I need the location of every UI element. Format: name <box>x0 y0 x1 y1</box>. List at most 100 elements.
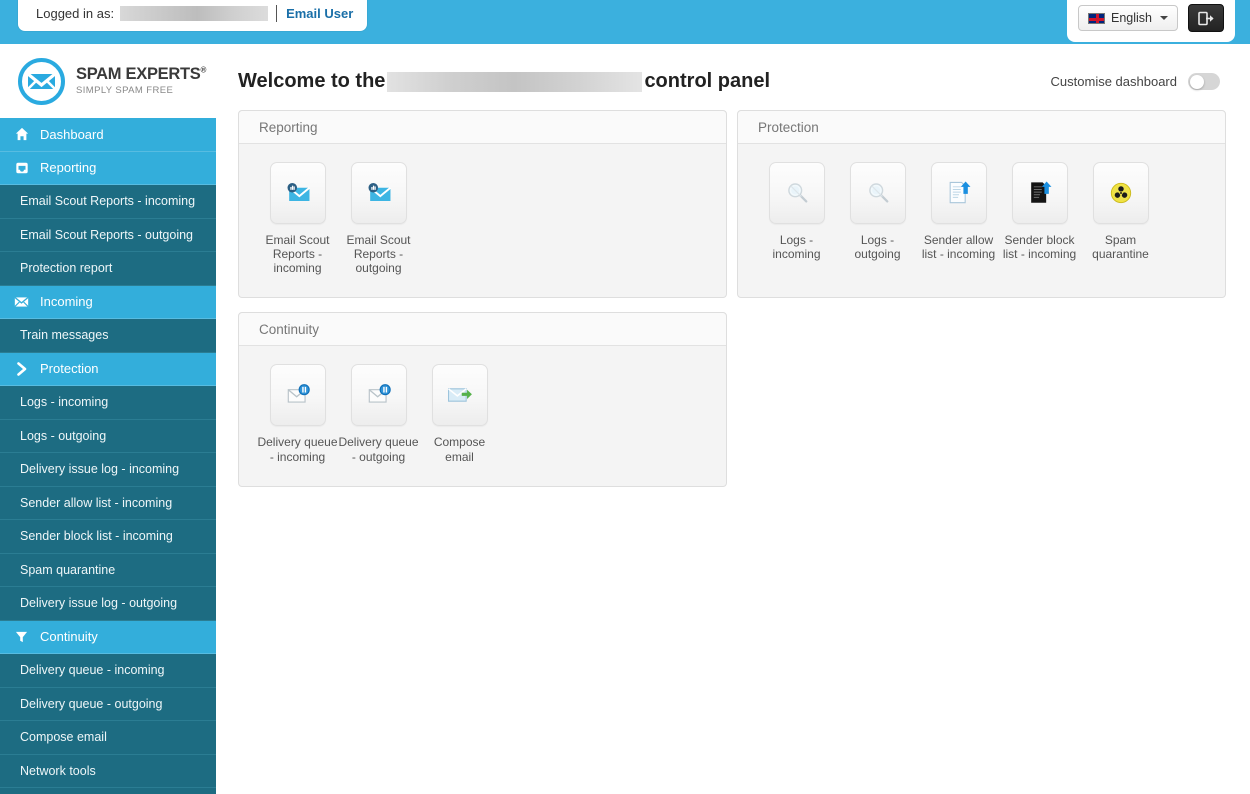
sidebar-item-label: Sender block list - incoming <box>20 529 173 544</box>
tile-icon-box <box>768 162 825 224</box>
sidebar-item-logs-incoming[interactable]: Logs - incoming <box>0 386 216 420</box>
tile-logs-incoming[interactable]: Logs - incoming <box>756 162 837 261</box>
panel-title-text: Continuity <box>259 321 320 337</box>
sidebar-item-label: Train messages <box>20 328 109 343</box>
panel-title-text: Reporting <box>259 119 318 135</box>
sidebar-item-delivery-issue-log-incoming[interactable]: Delivery issue log - incoming <box>0 453 216 487</box>
tile-delivery-queue-outgoing[interactable]: Delivery queue - outgoing <box>338 364 419 464</box>
uk-flag-icon <box>1088 12 1105 24</box>
sidebar-item-protection[interactable]: Protection <box>0 352 216 386</box>
document-block-arrow-icon <box>1030 181 1051 203</box>
sidebar-item-label: Email Scout Reports - incoming <box>20 194 196 209</box>
logged-in-label: Logged in as: <box>36 6 115 21</box>
sidebar-item-label: Delivery issue log - incoming <box>20 462 180 477</box>
tile-spam-quarantine[interactable]: Spam quarantine <box>1080 162 1161 261</box>
sidebar-item-label: Network tools <box>20 763 96 778</box>
customise-dashboard-label: Customise dashboard <box>1050 74 1177 89</box>
email-user-link[interactable]: Email User <box>286 6 353 21</box>
tile-sender-allow-list-incoming[interactable]: Sender allow list - incoming <box>918 162 999 261</box>
sidebar-item-label: Incoming <box>40 294 93 310</box>
tile-label: Spam quarantine <box>1092 233 1149 262</box>
compose-email-icon <box>447 388 472 403</box>
envelope-icon <box>14 296 29 308</box>
home-icon <box>14 127 29 141</box>
tile-icon-box <box>1092 162 1149 224</box>
brand-name: SPAM EXPERTS® <box>76 65 207 84</box>
sidebar: SPAM EXPERTS® SIMPLY SPAM FREE Dashboard… <box>0 44 216 794</box>
top-right-controls: English <box>1067 0 1235 42</box>
sidebar-item-label: Dashboard <box>40 126 104 142</box>
magnifier-icon <box>787 183 807 203</box>
dashboard-panels: Reporting Email Scout Reports - incoming E… <box>216 93 1250 487</box>
tile-label: Compose email <box>433 435 486 464</box>
sidebar-item-sender-allow-list-incoming[interactable]: Sender allow list - incoming <box>0 486 216 520</box>
tile-delivery-queue-incoming[interactable]: Delivery queue - incoming <box>257 364 338 464</box>
sidebar-item-email-scout-reports-outgoing[interactable]: Email Scout Reports - outgoing <box>0 218 216 252</box>
envelope-circle-logo-icon <box>18 57 65 105</box>
customise-dashboard-control[interactable]: Customise dashboard <box>1051 73 1220 90</box>
sidebar-item-reporting[interactable]: Reporting <box>0 151 216 185</box>
tile-email-scout-reports-incoming[interactable]: Email Scout Reports - incoming <box>257 162 338 275</box>
tile-email-scout-reports-outgoing[interactable]: Email Scout Reports - outgoing <box>338 162 419 275</box>
panel-continuity: Continuity Delivery queue - incoming Deliv… <box>238 312 727 487</box>
sidebar-item-email-scout-reports-incoming[interactable]: Email Scout Reports - incoming <box>0 185 216 219</box>
logout-button[interactable] <box>1188 4 1224 32</box>
sidebar-item-delivery-queue-incoming[interactable]: Delivery queue - incoming <box>0 654 216 688</box>
tile-label: Delivery queue - outgoing <box>338 435 419 464</box>
sidebar-item-label: Logs - incoming <box>20 395 109 410</box>
document-allow-arrow-icon <box>949 181 970 204</box>
sidebar-item-protection-report[interactable]: Protection report <box>0 252 216 286</box>
sidebar-item-compose-email[interactable]: Compose email <box>0 721 216 755</box>
logout-icon <box>1197 11 1214 25</box>
biohazard-icon <box>1110 182 1131 204</box>
pill-divider <box>276 5 278 22</box>
sidebar-item-label: Delivery queue - incoming <box>20 663 165 678</box>
sidebar-item-label: Continuity <box>40 629 98 645</box>
sidebar-item-network-tools[interactable]: Network tools <box>0 754 216 788</box>
tile-sender-block-list-incoming[interactable]: Sender block list - incoming <box>999 162 1080 261</box>
tile-icon-box <box>269 364 326 427</box>
envelope-chart-icon <box>287 182 310 201</box>
chevron-right-icon <box>14 361 29 376</box>
sidebar-item-label: Protection <box>40 361 99 377</box>
tile-icon-box <box>350 364 407 427</box>
sidebar-item-delivery-queue-outgoing[interactable]: Delivery queue - outgoing <box>0 687 216 721</box>
sidebar-item-delivery-issue-log-outgoing[interactable]: Delivery issue log - outgoing <box>0 587 216 621</box>
panel-body: Delivery queue - incoming Delivery queue … <box>239 346 726 485</box>
funnel-icon <box>15 631 28 642</box>
tile-icon-box <box>849 162 906 224</box>
main-content: Welcome to the control panel Customise d… <box>216 44 1250 794</box>
tile-label: Delivery queue - incoming <box>257 435 338 464</box>
sidebar-item-continuity[interactable]: Continuity <box>0 620 216 654</box>
tile-icon-box <box>269 162 326 224</box>
sidebar-item-label: Compose email <box>20 730 107 745</box>
tile-logs-outgoing[interactable]: Logs - outgoing <box>837 162 918 261</box>
magnifier-icon <box>868 183 888 203</box>
tile-icon-box <box>930 162 987 224</box>
tile-icon-box <box>431 364 488 427</box>
envelope-icon <box>14 296 29 307</box>
sidebar-item-logs-outgoing[interactable]: Logs - outgoing <box>0 419 216 453</box>
panel-title-reporting: Reporting <box>239 111 726 144</box>
page-title-prefix: Welcome to the <box>238 70 386 92</box>
logged-in-user-redacted <box>120 6 269 21</box>
customise-dashboard-toggle[interactable] <box>1188 73 1220 90</box>
sidebar-item-dashboard[interactable]: Dashboard <box>0 118 216 152</box>
envelope-pause-icon <box>368 384 391 404</box>
sidebar-item-spam-quarantine[interactable]: Spam quarantine <box>0 553 216 587</box>
top-bar: Logged in as: Email User English <box>0 0 1250 44</box>
tile-label: Logs - outgoing <box>854 233 901 262</box>
sidebar-item-incoming[interactable]: Incoming <box>0 285 216 319</box>
tile-compose-email[interactable]: Compose email <box>419 364 500 464</box>
panel-row-top: Reporting Email Scout Reports - incoming E… <box>238 110 1228 299</box>
sidebar-item-label: Delivery queue - outgoing <box>20 696 163 711</box>
panel-title-text: Protection <box>758 119 819 135</box>
page-title: Welcome to the control panel <box>238 70 770 93</box>
sidebar-item-train-messages[interactable]: Train messages <box>0 319 216 353</box>
language-selector[interactable]: English <box>1078 5 1178 31</box>
brand-logo: SPAM EXPERTS® SIMPLY SPAM FREE <box>0 44 216 118</box>
sidebar-item-sender-block-list-incoming[interactable]: Sender block list - incoming <box>0 520 216 554</box>
sidebar-item-label: Spam quarantine <box>20 562 116 577</box>
inbox-tray-icon <box>14 161 29 175</box>
panel-body: Email Scout Reports - incoming Email Scou… <box>239 144 726 297</box>
